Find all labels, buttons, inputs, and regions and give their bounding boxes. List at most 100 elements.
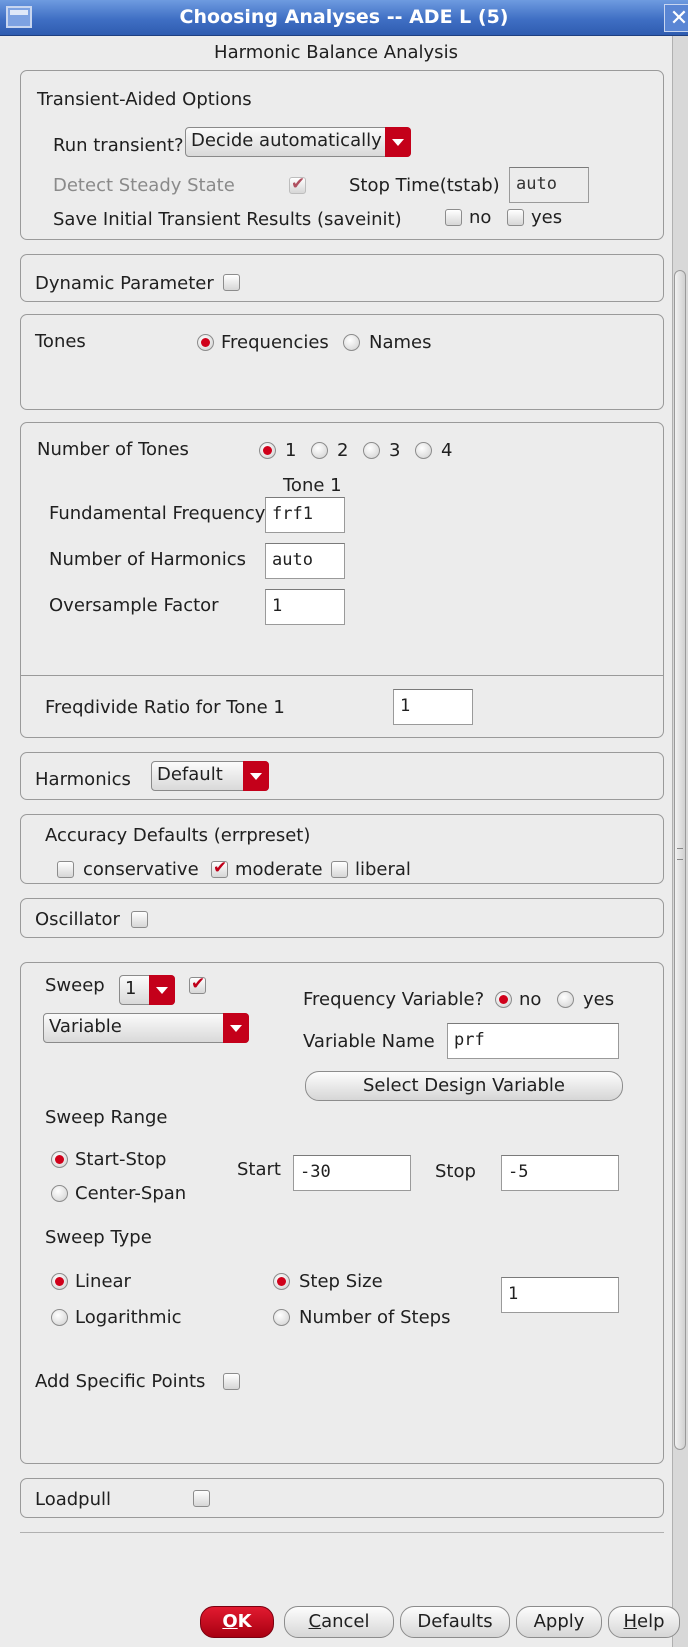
- tones-divider: [21, 675, 663, 676]
- sweep-enable-checkbox[interactable]: [189, 974, 206, 994]
- start-field[interactable]: -30: [293, 1155, 411, 1191]
- run-transient-select[interactable]: Decide automatically: [185, 127, 411, 157]
- harmonics-label: Harmonics: [35, 769, 131, 790]
- frequency-variable-no-label: no: [519, 989, 542, 1010]
- logarithmic-radio[interactable]: [51, 1309, 68, 1326]
- harmonics-value: Default: [157, 764, 223, 785]
- stop-label: Stop: [435, 1161, 476, 1182]
- fundamental-frequency-label: Fundamental Frequency: [49, 503, 266, 524]
- number-of-harmonics-field[interactable]: auto: [265, 543, 345, 579]
- frequency-variable-no-radio[interactable]: [495, 991, 512, 1008]
- cancel-button[interactable]: Cancel: [284, 1606, 394, 1638]
- tones-count-3-label: 3: [389, 440, 401, 461]
- tones-panel: Tones Frequencies Names: [20, 314, 664, 410]
- start-stop-radio[interactable]: [51, 1151, 68, 1168]
- number-of-tones-panel: Number of Tones 1 2 3 4 Tone 1 Fundament…: [20, 422, 664, 738]
- tones-count-4-radio[interactable]: [415, 442, 432, 459]
- chevron-down-icon[interactable]: [385, 127, 411, 157]
- footer-divider: [20, 1532, 664, 1533]
- sweep-kind-select[interactable]: Variable: [43, 1013, 249, 1043]
- ok-button[interactable]: OK: [200, 1606, 274, 1638]
- tones-count-2-radio[interactable]: [311, 442, 328, 459]
- tones-count-1-radio[interactable]: [259, 442, 276, 459]
- sweep-count-select[interactable]: 1: [119, 975, 175, 1005]
- add-specific-points-checkbox[interactable]: [223, 1373, 240, 1390]
- stop-time-label: Stop Time(tstab): [349, 175, 500, 196]
- cancel-hotkey: C: [308, 1611, 322, 1632]
- harmonics-panel: Harmonics Default: [20, 752, 664, 800]
- moderate-checkbox[interactable]: [211, 858, 228, 878]
- dynamic-parameter-checkbox[interactable]: [223, 274, 240, 291]
- fundamental-frequency-field[interactable]: frf1: [265, 497, 345, 533]
- save-initial-label: Save Initial Transient Results (saveinit…: [53, 209, 402, 230]
- tones-count-3-radio[interactable]: [363, 442, 380, 459]
- detect-steady-state-checkbox[interactable]: [289, 174, 306, 194]
- chevron-down-icon[interactable]: [149, 975, 175, 1005]
- moderate-label: moderate: [235, 859, 323, 880]
- step-value-field[interactable]: 1: [501, 1277, 619, 1313]
- accuracy-heading: Accuracy Defaults (errpreset): [45, 825, 311, 846]
- logarithmic-label: Logarithmic: [75, 1307, 182, 1328]
- liberal-checkbox[interactable]: [331, 861, 348, 878]
- detect-steady-state-label: Detect Steady State: [53, 175, 235, 196]
- harmonics-select[interactable]: Default: [151, 761, 269, 791]
- tone-1-column-header: Tone 1: [283, 475, 342, 496]
- oscillator-checkbox[interactable]: [131, 911, 148, 928]
- freqdivide-ratio-field[interactable]: 1: [393, 689, 473, 725]
- tones-frequencies-label: Frequencies: [221, 332, 329, 353]
- window-title: Choosing Analyses -- ADE L (5): [179, 6, 509, 28]
- number-of-steps-label: Number of Steps: [299, 1307, 451, 1328]
- variable-name-field[interactable]: prf: [447, 1023, 619, 1059]
- frequency-variable-label: Frequency Variable?: [303, 989, 485, 1010]
- close-icon[interactable]: ✕: [664, 4, 688, 32]
- add-specific-points-label: Add Specific Points: [35, 1371, 206, 1392]
- start-label: Start: [237, 1159, 281, 1180]
- center-span-radio[interactable]: [51, 1185, 68, 1202]
- help-button[interactable]: Help: [608, 1606, 680, 1638]
- oversample-factor-field[interactable]: 1: [265, 589, 345, 625]
- linear-label: Linear: [75, 1271, 131, 1292]
- loadpull-checkbox[interactable]: [193, 1490, 210, 1507]
- tones-names-radio[interactable]: [343, 334, 360, 351]
- analysis-title: Harmonic Balance Analysis: [214, 42, 458, 63]
- step-size-radio[interactable]: [273, 1273, 290, 1290]
- run-transient-value: Decide automatically: [191, 130, 382, 151]
- defaults-button[interactable]: Defaults: [400, 1606, 510, 1638]
- select-design-variable-button[interactable]: Select Design Variable: [305, 1071, 623, 1101]
- help-hotkey: H: [623, 1611, 638, 1632]
- window-titlebar[interactable]: Choosing Analyses -- ADE L (5): [0, 0, 688, 36]
- center-span-label: Center-Span: [75, 1183, 187, 1204]
- variable-name-label: Variable Name: [303, 1031, 435, 1052]
- chevron-down-icon[interactable]: [243, 761, 269, 791]
- number-of-steps-radio[interactable]: [273, 1309, 290, 1326]
- stop-field[interactable]: -5: [501, 1155, 619, 1191]
- sweep-range-heading: Sweep Range: [45, 1107, 168, 1128]
- conservative-label: conservative: [83, 859, 199, 880]
- scrollbar-thumb[interactable]: [674, 270, 686, 1450]
- chevron-down-icon[interactable]: [223, 1013, 249, 1043]
- transient-options-panel: Transient-Aided Options Run transient? D…: [20, 70, 664, 240]
- dynamic-parameter-panel: Dynamic Parameter: [20, 254, 664, 302]
- frequency-variable-yes-label: yes: [583, 989, 615, 1010]
- number-of-harmonics-label: Number of Harmonics: [49, 549, 246, 570]
- save-initial-yes-checkbox[interactable]: [507, 209, 524, 226]
- liberal-label: liberal: [355, 859, 411, 880]
- save-initial-no-checkbox[interactable]: [445, 209, 462, 226]
- tones-label: Tones: [35, 331, 86, 352]
- linear-radio[interactable]: [51, 1273, 68, 1290]
- frequency-variable-yes-radio[interactable]: [557, 991, 574, 1008]
- apply-button[interactable]: Apply: [516, 1606, 602, 1638]
- conservative-checkbox[interactable]: [57, 861, 74, 878]
- dynamic-parameter-label: Dynamic Parameter: [35, 273, 214, 294]
- sweep-type-heading: Sweep Type: [45, 1227, 152, 1248]
- tones-frequencies-radio[interactable]: [197, 334, 214, 351]
- tones-names-label: Names: [369, 332, 432, 353]
- oscillator-panel: Oscillator: [20, 898, 664, 938]
- accuracy-defaults-panel: Accuracy Defaults (errpreset) conservati…: [20, 814, 664, 884]
- oscillator-label: Oscillator: [35, 909, 120, 930]
- freqdivide-ratio-label: Freqdivide Ratio for Tone 1: [45, 697, 285, 718]
- save-initial-yes-label: yes: [531, 207, 563, 228]
- ok-label: K: [237, 1611, 252, 1632]
- scrollbar-grip-icon: [677, 848, 683, 860]
- stop-time-field[interactable]: auto: [509, 167, 589, 203]
